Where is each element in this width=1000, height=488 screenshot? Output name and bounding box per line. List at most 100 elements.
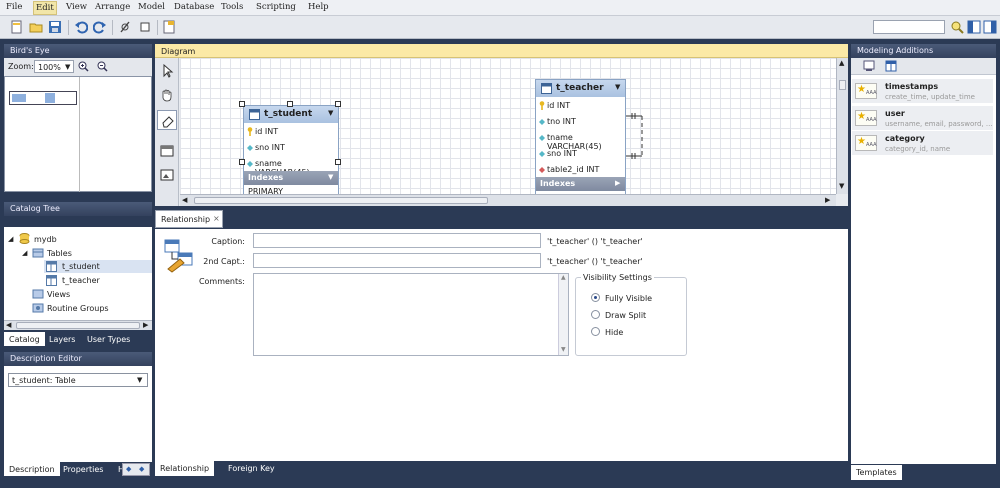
t-student-header[interactable]: t_student ▼ <box>244 106 338 123</box>
toggle-grid-icon[interactable] <box>118 20 132 34</box>
collapse-icon[interactable]: ▼ <box>615 83 620 91</box>
routine-groups-node[interactable]: Routine Groups <box>47 304 109 313</box>
tab-properties[interactable]: Properties <box>58 462 108 476</box>
close-icon[interactable]: × <box>213 214 220 223</box>
arrow-right-icon[interactable]: ◆ <box>139 465 144 473</box>
column-row[interactable]: sno INT <box>536 145 625 161</box>
views-node[interactable]: Views <box>47 290 70 299</box>
diagram-hscrollbar[interactable]: ◀ ▶ <box>180 194 836 206</box>
align-grid-icon[interactable] <box>138 20 152 34</box>
template-category[interactable]: ★ AAA category category_id, name <box>852 131 993 155</box>
layer-icon[interactable] <box>160 144 174 158</box>
column-row[interactable]: tno INT <box>536 113 625 129</box>
catalog-tree-panel: Catalog Tree ◢ mydb ◢ Tables t_student t… <box>4 202 152 348</box>
new-document-icon[interactable] <box>10 20 24 34</box>
zoom-out-icon[interactable] <box>97 61 108 72</box>
tab-user-types[interactable]: User Types <box>82 332 135 346</box>
expand-arrow-icon[interactable]: ◢ <box>22 249 27 257</box>
resize-handle[interactable] <box>287 101 293 107</box>
database-icon <box>19 233 30 244</box>
birds-eye-overview[interactable] <box>4 76 152 192</box>
tab-layers[interactable]: Layers <box>44 332 80 346</box>
radio-draw-split[interactable]: Draw Split <box>591 309 681 321</box>
table-t-teacher[interactable]: t_teacher ▼ id INT tno INT tname VARCHAR… <box>535 79 626 194</box>
t-teacher-indexes[interactable]: Indexes ▶ <box>536 177 625 191</box>
schema-mydb[interactable]: mydb <box>34 235 57 244</box>
column-row[interactable]: id INT <box>536 97 625 113</box>
menu-edit[interactable]: Edit <box>33 1 57 15</box>
hand-icon[interactable] <box>160 88 174 102</box>
t-teacher-header[interactable]: t_teacher ▼ <box>536 80 625 97</box>
tree-item-t-student[interactable]: t_student <box>44 260 152 273</box>
tab-templates[interactable]: Templates <box>851 465 902 480</box>
tab-catalog[interactable]: Catalog <box>4 332 45 346</box>
template-star-icon: ★ AAA <box>855 110 877 126</box>
column-row[interactable]: tname VARCHAR(45) <box>536 129 625 151</box>
table-t-student[interactable]: t_student ▼ id INT sno INT sname VARCHAR… <box>243 105 339 194</box>
caption2-input[interactable] <box>253 253 541 268</box>
object-select[interactable]: t_student: Table ▼ <box>8 373 148 387</box>
template-timestamps[interactable]: ★ AAA timestamps create_time, update_time <box>852 79 993 103</box>
toggle-panels-icon[interactable] <box>983 20 997 34</box>
modeling-additions-title: Modeling Additions <box>851 44 996 58</box>
save-icon[interactable] <box>48 20 62 34</box>
tree-item-t-teacher[interactable]: t_teacher <box>44 274 152 287</box>
open-folder-icon[interactable] <box>29 20 43 34</box>
menu-database[interactable]: Database <box>172 2 216 12</box>
collapse-icon[interactable]: ▼ <box>328 173 333 181</box>
caption-input[interactable] <box>253 233 541 248</box>
menu-file[interactable]: File <box>4 2 24 12</box>
expand-arrow-icon[interactable]: ◢ <box>8 235 13 243</box>
resize-handle[interactable] <box>335 159 341 165</box>
radio-fully-visible[interactable]: Fully Visible <box>591 292 681 304</box>
search-input[interactable] <box>873 20 945 34</box>
toggle-sidebar-icon[interactable] <box>967 20 981 34</box>
birds-eye-panel: Bird's Eye Zoom: 100% ▼ <box>4 44 152 196</box>
resize-handle[interactable] <box>239 159 245 165</box>
tables-node[interactable]: Tables <box>47 249 72 258</box>
menu-help[interactable]: Help <box>306 2 331 12</box>
relationship-connector[interactable] <box>626 112 652 162</box>
tab-relationship[interactable]: Relationship <box>155 461 215 476</box>
tab-description[interactable]: Description <box>4 462 60 476</box>
undo-icon[interactable] <box>74 20 88 34</box>
menu-scripting[interactable]: Scripting <box>254 2 298 12</box>
comments-scrollbar[interactable]: ▲ ▼ <box>558 274 568 355</box>
table-template-icon[interactable] <box>885 60 897 72</box>
add-snippet-icon[interactable] <box>863 60 875 72</box>
column-row[interactable]: sno INT <box>244 139 338 155</box>
image-icon[interactable] <box>160 168 174 182</box>
tab-foreign-key[interactable]: Foreign Key <box>223 461 280 475</box>
pointer-icon[interactable] <box>160 64 174 78</box>
tab-relationship-editor[interactable]: Relationship × <box>155 210 223 228</box>
resize-handle[interactable] <box>239 101 245 107</box>
collapse-icon[interactable]: ▼ <box>328 109 333 117</box>
diagram-canvas[interactable]: t_student ▼ id INT sno INT sname VARCHAR… <box>180 58 836 194</box>
redo-icon[interactable] <box>93 20 107 34</box>
arrow-left-icon[interactable]: ◆ <box>126 465 131 473</box>
expand-icon[interactable]: ▶ <box>615 179 620 187</box>
column-row[interactable]: table2_id INT <box>536 161 625 177</box>
tab-scroll-buttons[interactable]: ◆ ◆ <box>122 463 150 476</box>
menu-tools[interactable]: Tools <box>219 2 245 12</box>
menu-model[interactable]: Model <box>136 2 167 12</box>
resize-handle[interactable] <box>335 101 341 107</box>
zoom-in-icon[interactable] <box>78 61 89 72</box>
t-student-indexes[interactable]: Indexes ▼ <box>244 171 338 185</box>
column-row[interactable]: sname VARCHAR(45) <box>244 155 338 177</box>
caption2-hint: 't_teacher' () 't_teacher' <box>547 257 643 266</box>
zoom-label: Zoom: <box>8 62 34 71</box>
radio-hide[interactable]: Hide <box>591 326 681 338</box>
catalog-scrollbar[interactable]: ◀ ▶ <box>4 320 152 330</box>
zoom-select[interactable]: 100% ▼ <box>34 60 74 73</box>
eraser-tool-button[interactable] <box>157 110 177 130</box>
modeling-additions-body: ★ AAA timestamps create_time, update_time… <box>851 58 996 464</box>
column-row[interactable]: id INT <box>244 123 338 139</box>
search-icon[interactable] <box>950 20 964 34</box>
menu-arrange[interactable]: Arrange <box>93 2 132 12</box>
template-user[interactable]: ★ AAA user username, email, password, ... <box>852 106 993 130</box>
menu-view[interactable]: View <box>64 2 89 12</box>
comments-textarea[interactable]: ▲ ▼ <box>253 273 569 356</box>
model-icon[interactable] <box>162 20 176 34</box>
diagram-vscrollbar[interactable]: ▲ ▼ <box>836 58 848 194</box>
